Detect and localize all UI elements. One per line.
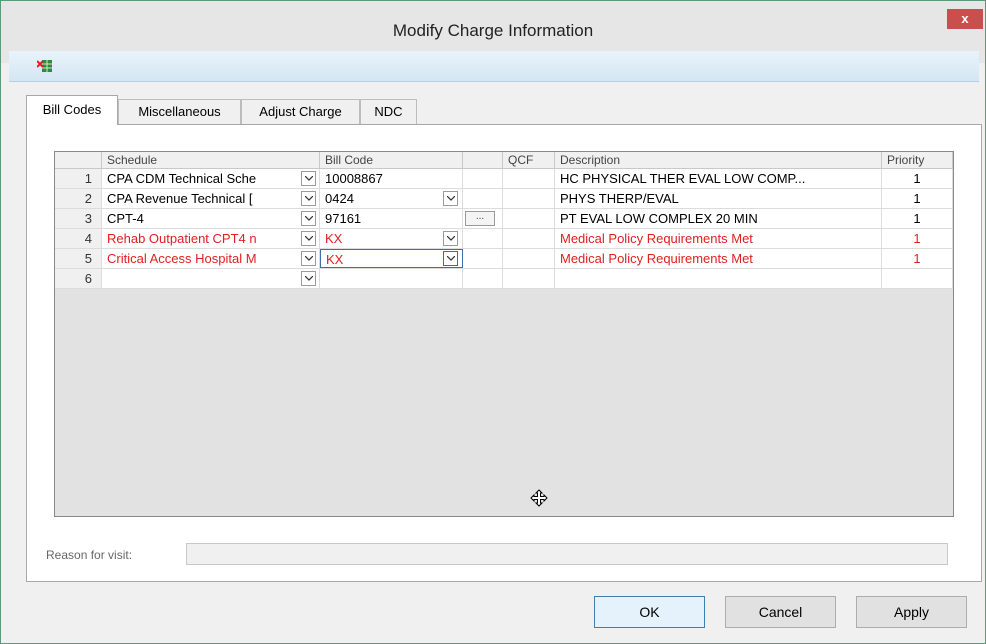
schedule-value: CPA Revenue Technical [ (107, 191, 253, 206)
description-cell: PT EVAL LOW COMPLEX 20 MIN (555, 209, 882, 228)
description-cell (555, 269, 882, 288)
priority-cell[interactable] (882, 269, 953, 288)
schedule-cell[interactable]: Rehab Outpatient CPT4 n (102, 229, 320, 248)
qcf-cell[interactable] (503, 169, 555, 188)
schedule-cell[interactable] (102, 269, 320, 288)
chevron-down-icon[interactable] (443, 191, 458, 206)
column-header-description[interactable]: Description (555, 152, 882, 169)
table-row[interactable]: 5 Critical Access Hospital M KX Medical … (55, 249, 953, 269)
priority-cell[interactable]: 1 (882, 249, 953, 268)
description-cell: Medical Policy Requirements Met (555, 249, 882, 268)
reason-for-visit-label: Reason for visit: (46, 548, 133, 562)
bill-code-cell[interactable]: 0424 (320, 189, 463, 208)
schedule-cell[interactable]: CPT-4 (102, 209, 320, 228)
schedule-cell[interactable]: Critical Access Hospital M (102, 249, 320, 268)
column-header-blank (463, 152, 503, 169)
bill-code-cell-focused[interactable]: KX (320, 249, 463, 268)
description-cell: PHYS THERP/EVAL (555, 189, 882, 208)
column-header-priority[interactable]: Priority (882, 152, 953, 169)
description-cell: HC PHYSICAL THER EVAL LOW COMP... (555, 169, 882, 188)
priority-cell[interactable]: 1 (882, 189, 953, 208)
schedule-value: CPT-4 (107, 211, 144, 226)
bill-code-cell[interactable]: KX (320, 229, 463, 248)
priority-cell[interactable]: 1 (882, 169, 953, 188)
table-row[interactable]: 6 (55, 269, 953, 289)
chevron-down-icon[interactable] (443, 251, 458, 266)
row-number: 1 (55, 169, 102, 188)
ok-button[interactable]: OK (594, 596, 705, 628)
schedule-value: CPA CDM Technical Sche (107, 171, 257, 186)
lookup-cell (463, 169, 503, 188)
tab-ndc[interactable]: NDC (360, 99, 417, 124)
priority-cell[interactable]: 1 (882, 209, 953, 228)
bill-code-cell[interactable]: 10008867 (320, 169, 463, 188)
qcf-cell[interactable] (503, 269, 555, 288)
chevron-down-icon[interactable] (443, 231, 458, 246)
column-header-qcf[interactable]: QCF (503, 152, 555, 169)
lookup-cell (463, 189, 503, 208)
reason-for-visit-field[interactable] (186, 543, 948, 565)
row-number: 6 (55, 269, 102, 288)
bill-code-cell[interactable]: 97161 (320, 209, 463, 228)
grid-corner-header (55, 152, 102, 169)
schedule-value: Critical Access Hospital M (107, 251, 257, 266)
tab-adjust-charge[interactable]: Adjust Charge (241, 99, 360, 124)
lookup-cell (463, 249, 503, 268)
table-row[interactable]: 3 CPT-4 97161 ... PT EVAL LOW COMPLEX 20… (55, 209, 953, 229)
tab-bill-codes[interactable]: Bill Codes (26, 95, 118, 125)
column-header-schedule[interactable]: Schedule (102, 152, 320, 169)
qcf-cell[interactable] (503, 189, 555, 208)
close-button[interactable]: x (947, 9, 983, 29)
bill-codes-grid[interactable]: Schedule Bill Code QCF Description Prior… (54, 151, 954, 517)
row-number: 5 (55, 249, 102, 268)
chevron-down-icon[interactable] (301, 251, 316, 266)
chevron-down-icon[interactable] (301, 171, 316, 186)
qcf-cell[interactable] (503, 229, 555, 248)
row-number: 3 (55, 209, 102, 228)
table-row[interactable]: 2 CPA Revenue Technical [ 0424 PHYS THER… (55, 189, 953, 209)
lookup-ellipsis-button[interactable]: ... (465, 211, 495, 226)
row-number: 4 (55, 229, 102, 248)
modify-charge-dialog: Modify Charge Information x Bill Codes M… (0, 0, 986, 644)
chevron-down-icon[interactable] (301, 271, 316, 286)
qcf-cell[interactable] (503, 249, 555, 268)
chevron-down-icon[interactable] (301, 211, 316, 226)
row-number: 2 (55, 189, 102, 208)
move-cursor-icon (530, 489, 548, 507)
schedule-cell[interactable]: CPA Revenue Technical [ (102, 189, 320, 208)
dialog-content: Bill Codes Miscellaneous Adjust Charge N… (9, 82, 982, 636)
apply-button[interactable]: Apply (856, 596, 967, 628)
bill-code-cell[interactable] (320, 269, 463, 288)
priority-cell[interactable]: 1 (882, 229, 953, 248)
grid-delete-icon[interactable] (37, 59, 53, 73)
schedule-cell[interactable]: CPA CDM Technical Sche (102, 169, 320, 188)
description-cell: Medical Policy Requirements Met (555, 229, 882, 248)
table-row[interactable]: 1 CPA CDM Technical Sche 10008867 HC PHY… (55, 169, 953, 189)
qcf-cell[interactable] (503, 209, 555, 228)
chevron-down-icon[interactable] (301, 191, 316, 206)
cancel-button[interactable]: Cancel (725, 596, 836, 628)
dialog-title: Modify Charge Information (392, 21, 594, 40)
schedule-value: Rehab Outpatient CPT4 n (107, 231, 257, 246)
toolbar (9, 51, 979, 82)
column-header-bill-code[interactable]: Bill Code (320, 152, 463, 169)
tab-miscellaneous[interactable]: Miscellaneous (118, 99, 241, 124)
bill-codes-panel: Schedule Bill Code QCF Description Prior… (26, 124, 982, 582)
table-row[interactable]: 4 Rehab Outpatient CPT4 n KX Medical Pol… (55, 229, 953, 249)
chevron-down-icon[interactable] (301, 231, 316, 246)
lookup-cell (463, 229, 503, 248)
lookup-cell (463, 269, 503, 288)
